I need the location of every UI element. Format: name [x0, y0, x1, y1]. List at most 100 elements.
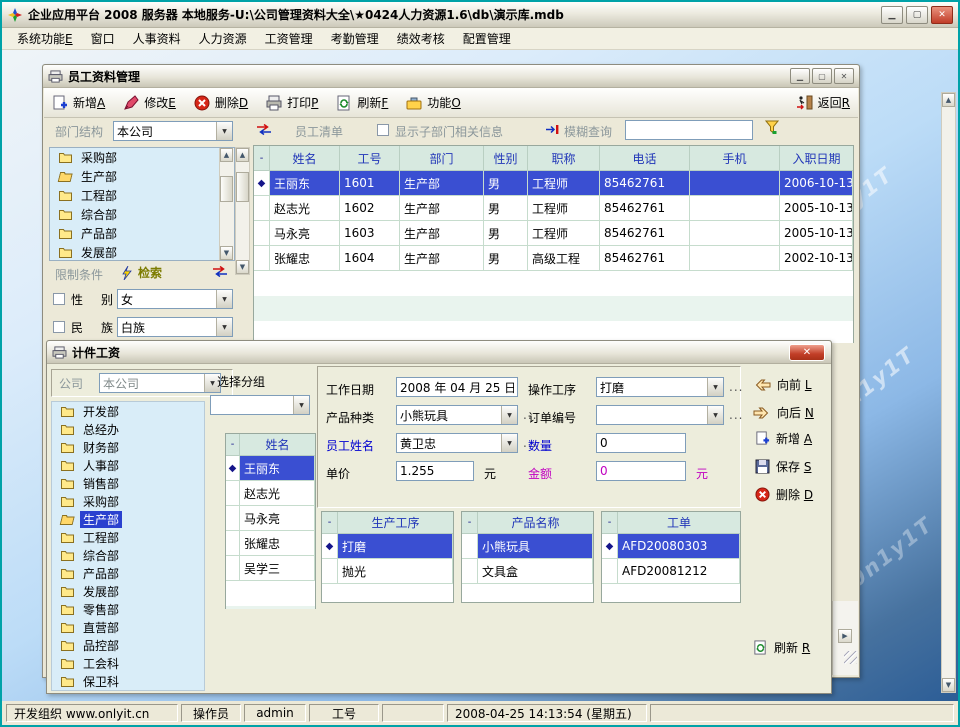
company-combo[interactable]: 本公司: [99, 373, 221, 393]
tree-item[interactable]: 财务部: [52, 438, 204, 456]
scroll-thumb[interactable]: [236, 172, 249, 202]
tree-item[interactable]: 产品部: [50, 224, 234, 243]
child-close-button[interactable]: ✕: [834, 68, 854, 84]
sex-filter-combo[interactable]: 女: [117, 289, 233, 309]
dialog-delete-button[interactable]: 删除 D: [755, 486, 813, 503]
chevron-down-icon[interactable]: [707, 406, 723, 424]
chevron-down-icon[interactable]: [293, 396, 309, 414]
sex-filter-checkbox[interactable]: [53, 293, 65, 305]
child-maximize-button[interactable]: ▢: [812, 68, 832, 84]
dialog-refresh-button[interactable]: 刷新 R: [753, 639, 810, 656]
tree-item[interactable]: 零售部: [52, 600, 204, 618]
menu-item-window[interactable]: 窗口: [82, 27, 124, 50]
workorder-row-selected[interactable]: AFD20080303: [602, 534, 740, 559]
tree-item[interactable]: 总经办: [52, 420, 204, 438]
chevron-down-icon[interactable]: [216, 318, 232, 336]
scroll-down-icon[interactable]: [220, 246, 233, 260]
name-row[interactable]: 吴学三: [226, 556, 315, 581]
amount-field[interactable]: [596, 461, 686, 481]
scroll-down-icon[interactable]: [236, 260, 249, 274]
process-row-selected[interactable]: 打磨: [322, 534, 453, 559]
dialog-close-button[interactable]: ✕: [789, 344, 825, 361]
hscroll-right-button[interactable]: [838, 629, 852, 643]
name-row[interactable]: 赵志光: [226, 481, 315, 506]
ethnic-filter-checkbox[interactable]: [53, 321, 65, 333]
table-row-selected[interactable]: 王丽东 1601 生产部 男 工程师 85462761 2006-10-13: [254, 171, 853, 196]
chevron-down-icon[interactable]: [216, 122, 232, 140]
filter-funnel-icon[interactable]: [765, 120, 779, 135]
show-subdept-checkbox[interactable]: [377, 124, 389, 136]
function-button[interactable]: 功能O: [406, 94, 460, 111]
maximize-button[interactable]: ▢: [906, 6, 928, 24]
tree-item[interactable]: 发展部: [52, 582, 204, 600]
nav-prev-button[interactable]: 向前 L: [753, 376, 812, 393]
menu-item-salary[interactable]: 工资管理: [256, 27, 322, 50]
scroll-up-icon[interactable]: [220, 148, 233, 162]
tree-item[interactable]: 工程部: [50, 186, 234, 205]
menu-item-hr-data[interactable]: 人事资料: [124, 27, 190, 50]
resize-grip[interactable]: [844, 651, 857, 664]
minimize-button[interactable]: ▁: [881, 6, 903, 24]
name-row-selected[interactable]: 王丽东: [226, 456, 315, 481]
tree-item[interactable]: 综合部: [52, 546, 204, 564]
order-combo[interactable]: [596, 405, 724, 425]
quantity-field[interactable]: [596, 433, 686, 453]
table-row[interactable]: 马永亮 1603 生产部 男 工程师 85462761 2005-10-13: [254, 221, 853, 246]
tree-item[interactable]: 直营部: [52, 618, 204, 636]
tree-item[interactable]: 工程部: [52, 528, 204, 546]
dialog-add-button[interactable]: 新增 A: [755, 430, 812, 447]
group-select-combo[interactable]: [210, 395, 310, 415]
ethnic-filter-combo[interactable]: 白族: [117, 317, 233, 337]
refresh-button[interactable]: 刷新F: [336, 94, 388, 111]
tree-item[interactable]: 开发部: [52, 402, 204, 420]
name-row[interactable]: 马永亮: [226, 506, 315, 531]
child-minimize-button[interactable]: ▁: [790, 68, 810, 84]
tree-item[interactable]: 品控部: [52, 636, 204, 654]
tree-item[interactable]: 综合部: [50, 205, 234, 224]
fuzzy-search-input[interactable]: [625, 120, 753, 140]
nav-next-button[interactable]: 向后 N: [753, 404, 814, 421]
edit-button[interactable]: 修改E: [123, 94, 176, 111]
delete-button[interactable]: 删除D: [194, 94, 248, 111]
close-button[interactable]: ✕: [931, 6, 953, 24]
tree-item[interactable]: 工会科: [52, 654, 204, 672]
table-row[interactable]: 张耀忠 1604 生产部 男 高级工程 85462761 2002-10-13: [254, 246, 853, 271]
menu-item-config[interactable]: 配置管理: [454, 27, 520, 50]
tree-item[interactable]: 销售部: [52, 474, 204, 492]
tree-item[interactable]: 保卫科: [52, 672, 204, 690]
product-combo[interactable]: 小熊玩具: [396, 405, 518, 425]
menu-item-system[interactable]: 系统功能E: [8, 27, 82, 50]
scroll-down-icon[interactable]: [942, 678, 955, 692]
unit-price-field[interactable]: [396, 461, 474, 481]
tree-item[interactable]: 发展部: [50, 243, 234, 261]
scroll-up-icon[interactable]: [942, 93, 955, 107]
dept-tree-scrollbar[interactable]: [219, 148, 234, 260]
tree-item[interactable]: 采购部: [50, 148, 234, 167]
table-scrollbar[interactable]: [235, 147, 250, 275]
menu-item-performance[interactable]: 绩效考核: [388, 27, 454, 50]
name-row[interactable]: 张耀忠: [226, 531, 315, 556]
workorder-row[interactable]: AFD20081212: [602, 559, 740, 584]
process-row[interactable]: 抛光: [322, 559, 453, 584]
table-row[interactable]: 赵志光 1602 生产部 男 工程师 85462761 2005-10-13: [254, 196, 853, 221]
tree-item-selected[interactable]: 生产部: [52, 510, 204, 528]
tree-item-active[interactable]: 生产部: [50, 167, 234, 186]
product-row-selected[interactable]: 小熊玩具: [462, 534, 593, 559]
menu-item-hr-resource[interactable]: 人力资源: [190, 27, 256, 50]
menu-item-attendance[interactable]: 考勤管理: [322, 27, 388, 50]
employee-name-combo[interactable]: 黄卫忠: [396, 433, 518, 453]
tree-item[interactable]: 人事部: [52, 456, 204, 474]
scroll-thumb[interactable]: [220, 176, 233, 202]
return-button[interactable]: 返回R: [796, 94, 850, 111]
tree-item[interactable]: 采购部: [52, 492, 204, 510]
chevron-down-icon[interactable]: [707, 378, 723, 396]
mdi-vertical-scrollbar[interactable]: [941, 92, 956, 693]
search-button[interactable]: 检索: [121, 264, 162, 281]
work-date-field[interactable]: [396, 377, 518, 397]
order-more-button[interactable]: ...: [729, 408, 743, 422]
chevron-down-icon[interactable]: [501, 434, 517, 452]
add-button[interactable]: 新增A: [52, 94, 105, 111]
dept-structure-combo[interactable]: 本公司: [113, 121, 233, 141]
scroll-up-icon[interactable]: [236, 148, 249, 162]
chevron-down-icon[interactable]: [501, 406, 517, 424]
